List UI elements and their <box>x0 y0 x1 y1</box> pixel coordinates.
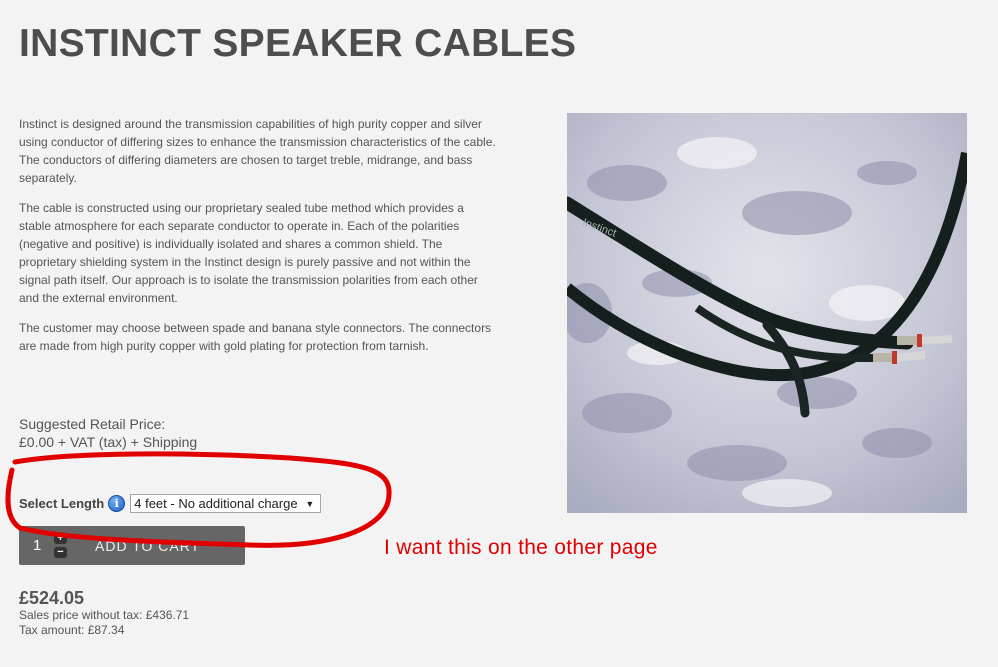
suggested-price-label: Suggested Retail Price: <box>19 416 166 432</box>
annotation-note: I want this on the other page <box>384 536 658 559</box>
length-select-value: 4 feet - No additional charge <box>134 496 298 511</box>
product-description: Instinct is designed around the transmis… <box>19 115 497 367</box>
final-price: £524.05 <box>19 588 85 608</box>
quantity-input[interactable]: 1 <box>33 537 45 554</box>
quantity-plus-button[interactable]: + <box>54 533 67 544</box>
add-to-cart-button[interactable]: ADD TO CART <box>95 538 200 554</box>
quantity-minus-button[interactable]: − <box>54 547 67 558</box>
length-option-row: Select Length i 4 feet - No additional c… <box>19 494 322 513</box>
description-paragraph-3: The customer may choose between spade an… <box>19 321 492 353</box>
tax-amount: Tax amount: £87.34 <box>19 623 125 637</box>
speaker-cable-photo: Instinct <box>567 113 967 513</box>
select-length-label: Select Length <box>19 496 105 511</box>
suggested-price: Suggested Retail Price: £0.00 + VAT (tax… <box>19 415 197 451</box>
quantity-stepper: + − <box>54 533 67 558</box>
description-paragraph-1: Instinct is designed around the transmis… <box>19 117 496 185</box>
page-title: INSTINCT SPEAKER CABLES <box>19 22 577 65</box>
chevron-down-icon: ▼ <box>305 498 315 509</box>
info-icon[interactable]: i <box>108 495 126 512</box>
add-to-cart-bar: 1 + − ADD TO CART <box>19 526 245 565</box>
suggested-price-value: £0.00 + VAT (tax) + Shipping <box>19 434 198 450</box>
description-paragraph-2: The cable is constructed using our propr… <box>19 201 478 305</box>
product-image: Instinct <box>567 113 967 513</box>
price-without-tax: Sales price without tax: £436.71 <box>19 608 190 622</box>
length-select[interactable]: 4 feet - No additional charge ▼ <box>130 494 322 513</box>
